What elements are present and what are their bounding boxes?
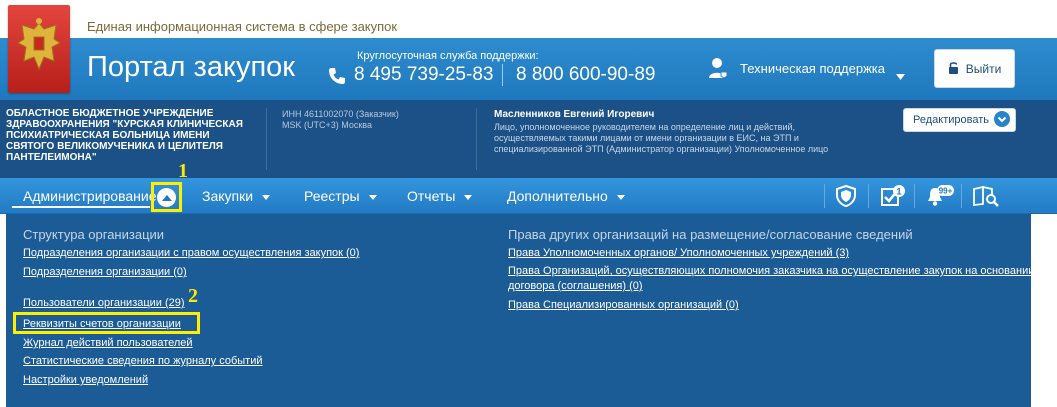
phone-separator xyxy=(502,64,503,86)
nav-label: Дополнительно xyxy=(507,188,608,204)
link-event-log-statistics[interactable]: Статистические сведения по журналу событ… xyxy=(23,355,263,367)
chevron-down-icon[interactable] xyxy=(896,67,905,85)
nav-item-reports[interactable]: Отчеты xyxy=(407,188,473,204)
phone-icon xyxy=(327,66,347,91)
shield-icon[interactable] xyxy=(835,184,859,208)
tech-support-menu[interactable]: Техническая поддержка xyxy=(740,61,885,76)
link-user-actions-log[interactable]: Журнал действий пользователей xyxy=(23,337,193,349)
section-title-rights: Права других организаций на размещение/с… xyxy=(508,227,913,242)
divider xyxy=(914,184,915,208)
organization-inn: ИНН 4611002070 (Заказчик) MSK (UTC+3) Мо… xyxy=(282,109,399,131)
nav-label: Закупки xyxy=(202,188,254,204)
inn-text: ИНН 4611002070 (Заказчик) xyxy=(282,109,399,119)
step-marker-2: 2 xyxy=(188,285,198,307)
chevron-down-icon xyxy=(464,194,473,200)
chevron-down-circle-icon xyxy=(994,110,1010,130)
header: Портал закупок Круглосуточная служба под… xyxy=(0,38,1057,100)
link-customer-powers-rights[interactable]: Права Организаций, осуществляющих полном… xyxy=(508,264,1038,294)
divider xyxy=(961,184,962,208)
chevron-up-icon xyxy=(157,187,176,207)
phone-number-1: 8 495 739-25-83 xyxy=(354,64,494,85)
link-specialized-orgs-rights[interactable]: Права Специализированных организаций (0) xyxy=(508,299,739,311)
tasks-badge: 1 xyxy=(896,187,901,197)
lock-icon xyxy=(948,61,959,77)
notifications-badge: 99+ xyxy=(939,187,953,196)
nav-item-registries[interactable]: Реестры xyxy=(304,188,377,204)
book-search-icon[interactable] xyxy=(972,185,1000,207)
phone-number-2: 8 800 600-90-89 xyxy=(516,64,656,85)
nav-item-administration[interactable]: Администрирование xyxy=(23,188,157,204)
divider xyxy=(476,108,477,170)
organization-info-bar: ОБЛАСТНОЕ БЮДЖЕТНОЕ УЧРЕЖДЕНИЕ ЗДРАВООХР… xyxy=(0,100,1057,178)
tasks-checklist-icon[interactable]: 1 xyxy=(880,185,905,207)
step-marker-1: 1 xyxy=(178,160,188,182)
timezone-text: MSK (UTC+3) Москва xyxy=(282,120,372,130)
chevron-down-icon xyxy=(616,194,625,200)
logout-label: Выйти xyxy=(965,61,1002,76)
divider xyxy=(824,184,825,208)
link-notification-settings[interactable]: Настройки уведомлений xyxy=(23,374,148,386)
link-purchase-divisions[interactable]: Подразделения организации с правом осуще… xyxy=(23,247,359,259)
nav-item-purchases[interactable]: Закупки xyxy=(202,188,271,204)
logout-button[interactable]: Выйти xyxy=(934,49,1015,88)
main-navigation: Администрирование Закупки Реестры Отчеты… xyxy=(0,178,1057,214)
administration-dropdown: Структура организации Подразделения орга… xyxy=(0,214,1057,407)
link-authorized-bodies-rights[interactable]: Права Уполномоченных органов/ Уполномоче… xyxy=(508,247,849,259)
bell-icon[interactable]: 99+ xyxy=(925,185,955,207)
dropdown-content: Структура организации Подразделения орга… xyxy=(6,214,1034,407)
link-divisions[interactable]: Подразделения организации (0) xyxy=(23,266,187,278)
nav-label: Отчеты xyxy=(407,188,456,204)
chevron-down-icon xyxy=(368,194,377,200)
nav-label: Реестры xyxy=(304,188,360,204)
nav-label: Администрирование xyxy=(23,188,157,204)
coat-of-arms-logo[interactable] xyxy=(8,5,70,93)
divider xyxy=(266,108,267,170)
nav-item-more[interactable]: Дополнительно xyxy=(507,188,625,204)
support-caption: Круглосуточная служба поддержки: xyxy=(357,50,539,62)
section-title-structure: Структура организации xyxy=(23,227,165,242)
user-role: Лицо, уполномоченное руководителем на оп… xyxy=(494,122,829,154)
system-name: Единая информационная система в сфере за… xyxy=(87,19,398,34)
edit-button[interactable]: Редактировать xyxy=(903,108,1016,132)
support-user-icon[interactable] xyxy=(707,56,731,85)
active-nav-underline xyxy=(12,206,150,208)
edit-label: Редактировать xyxy=(913,114,989,126)
account-details-highlight xyxy=(13,312,200,334)
divider xyxy=(868,184,869,208)
portal-title[interactable]: Портал закупок xyxy=(87,51,295,84)
chevron-down-icon xyxy=(262,194,271,200)
organization-name: ОБЛАСТНОЕ БЮДЖЕТНОЕ УЧРЕЖДЕНИЕ ЗДРАВООХР… xyxy=(6,108,243,163)
administration-toggle-button[interactable] xyxy=(151,182,182,212)
user-name: Масленников Евгений Игоревич xyxy=(494,109,655,120)
link-users[interactable]: Пользователи организации (29) xyxy=(23,297,185,309)
top-strip: Единая информационная система в сфере за… xyxy=(0,0,1057,38)
